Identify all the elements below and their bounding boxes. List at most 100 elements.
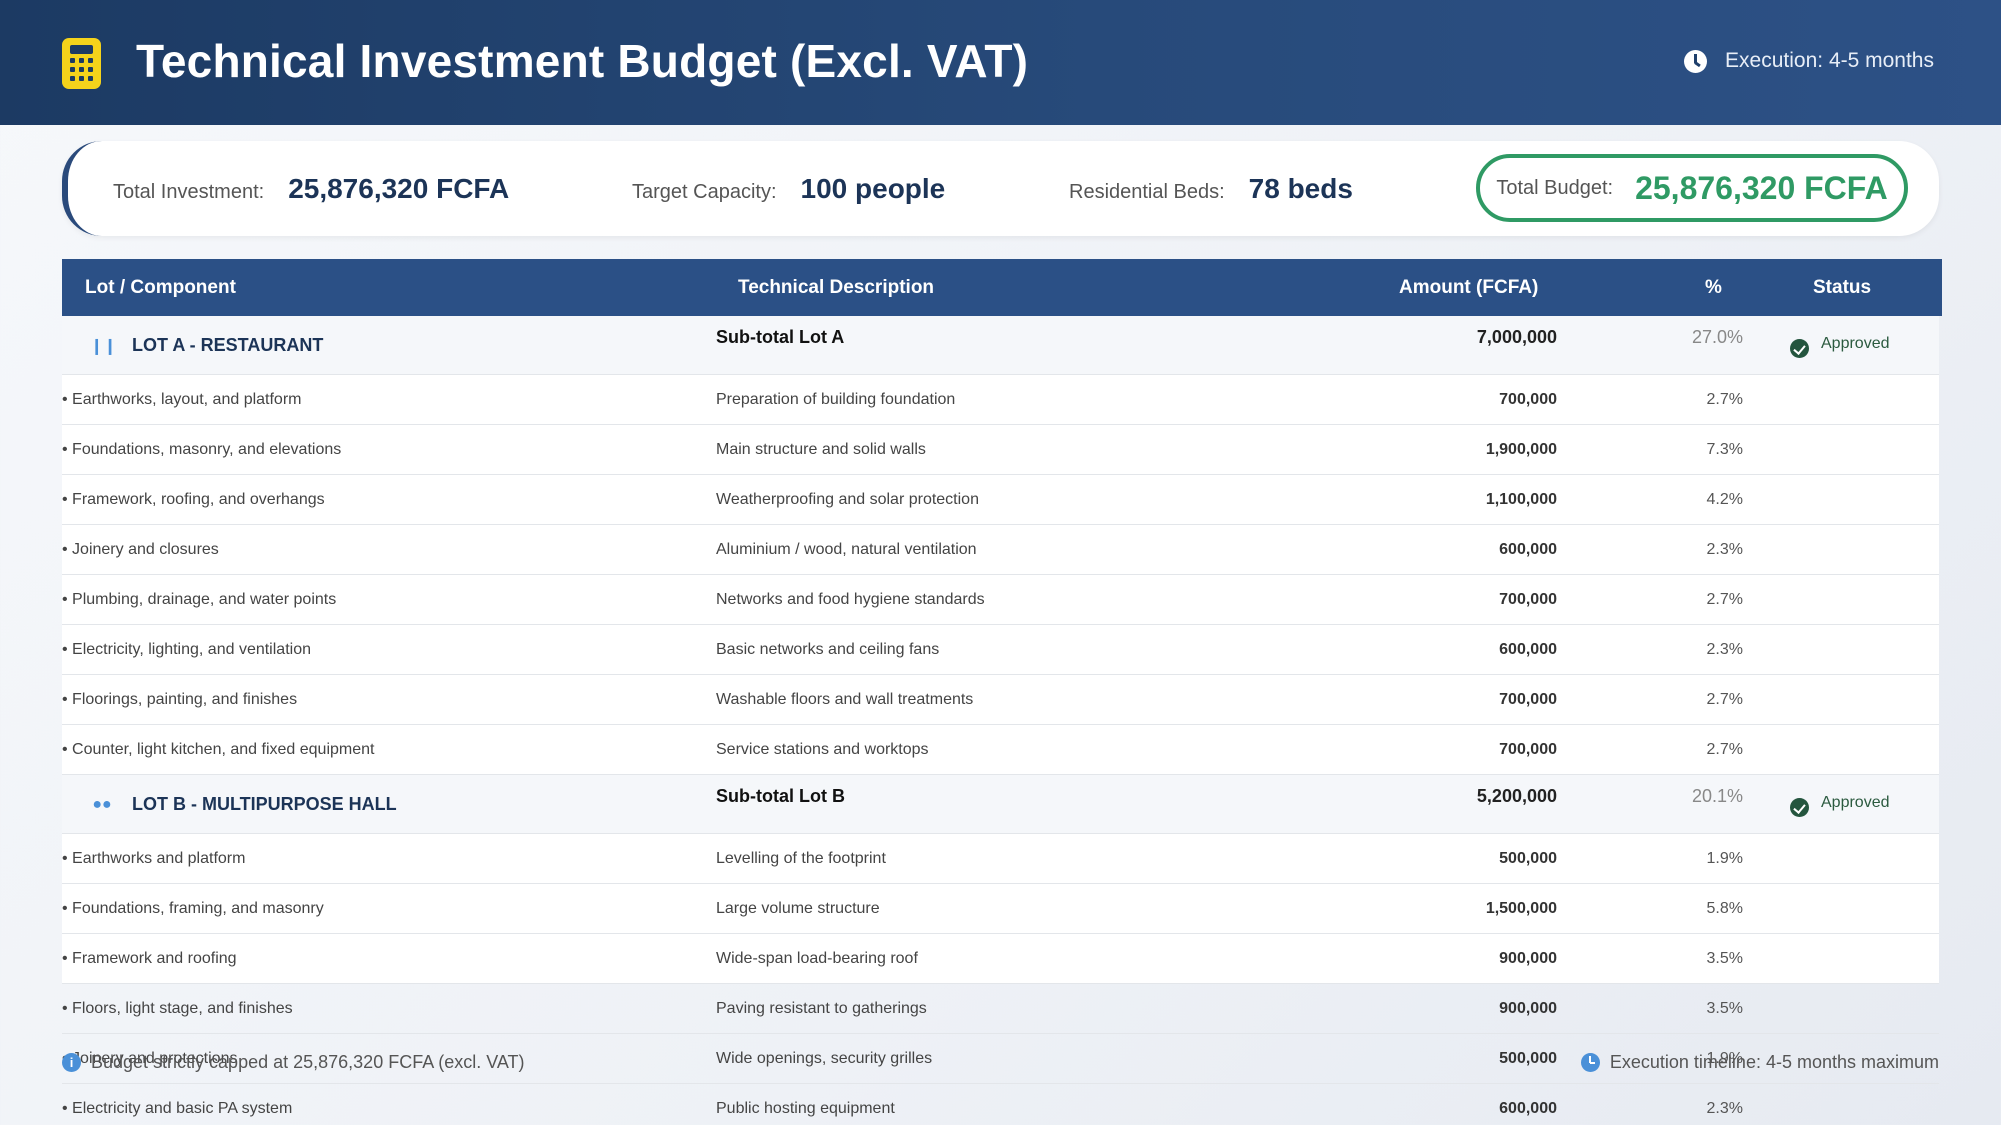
row-percent: 2.7% xyxy=(1706,391,1743,408)
table-row: • Foundations, masonry, and elevations Ma… xyxy=(62,425,1939,475)
row-description: Networks and food hygiene standards xyxy=(716,591,985,608)
row-amount: 1,900,000 xyxy=(1485,441,1557,458)
table-row: • Earthworks, layout, and platform Prepar… xyxy=(62,375,1939,425)
row-description: Wide openings, security grilles xyxy=(716,1050,933,1067)
row-component: • Joinery and closures xyxy=(62,541,219,558)
row-percent: 3.5% xyxy=(1706,950,1743,967)
header-percent: % xyxy=(1705,277,1722,298)
lot-b-name: LOT B - MULTIPURPOSE HALL xyxy=(132,794,397,814)
clock-icon xyxy=(1580,1053,1600,1072)
page-header: Technical Investment Budget (Excl. VAT) … xyxy=(0,0,2001,125)
lot-b-amount: 5,200,000 xyxy=(1476,786,1557,806)
lot-a-name: LOT A - RESTAURANT xyxy=(132,335,324,355)
summary-card: Total Investment: 25,876,320 FCFA Target… xyxy=(62,141,1939,236)
row-component: • Plumbing, drainage, and water points xyxy=(62,591,337,608)
table-row: • Counter, light kitchen, and fixed equi… xyxy=(62,725,1939,775)
lot-b-title: ●● LOT B - MULTIPURPOSE HALL xyxy=(90,794,397,815)
table-row: • Framework, roofing, and overhangs Weath… xyxy=(62,475,1939,525)
target-capacity-value: 100 people xyxy=(800,173,946,204)
row-amount: 1,500,000 xyxy=(1485,900,1557,917)
target-capacity-label: Target Capacity: xyxy=(632,181,777,203)
users-icon: ●● xyxy=(92,795,112,813)
table-row: • Floors, light stage, and finishes Pavin… xyxy=(62,984,1939,1034)
header-description: Technical Description xyxy=(738,277,935,298)
page-title: Technical Investment Budget (Excl. VAT) xyxy=(136,35,1029,87)
lot-b-status: Approved xyxy=(1790,788,1890,817)
clock-icon xyxy=(1684,49,1708,73)
header-status: Status xyxy=(1813,277,1872,298)
row-amount: 500,000 xyxy=(1499,1050,1557,1067)
table-row: • Joinery and closures Aluminium / wood, … xyxy=(62,525,1939,575)
row-description: Wide-span load-bearing roof xyxy=(716,950,918,967)
execution-badge: Execution: 4-5 months xyxy=(1684,49,1934,73)
row-component: • Earthworks and platform xyxy=(62,850,246,867)
table-row: • Electricity and basic PA system Public … xyxy=(62,1084,1939,1125)
row-percent: 2.7% xyxy=(1706,741,1743,758)
row-description: Paving resistant to gatherings xyxy=(716,1000,927,1017)
info-icon: i xyxy=(62,1053,81,1072)
header-component: Lot / Component xyxy=(85,277,236,298)
lot-b-row: ●● LOT B - MULTIPURPOSE HALL Sub-total L… xyxy=(62,775,1939,834)
table-row: • Earthworks and platform Levelling of th… xyxy=(62,834,1939,884)
total-budget-value: 25,876,320 FCFA xyxy=(1635,169,1888,206)
check-circle-icon xyxy=(1790,798,1809,817)
lot-b-percent: 20.1% xyxy=(1691,786,1743,806)
row-component: • Floors, light stage, and finishes xyxy=(62,1000,293,1017)
lot-a-title: ❙❙ LOT A - RESTAURANT xyxy=(90,335,323,356)
row-percent: 4.2% xyxy=(1706,491,1743,508)
row-component: • Electricity and basic PA system xyxy=(62,1100,293,1117)
target-capacity-stat: Target Capacity: 100 people xyxy=(632,173,945,205)
budget-table: ❙❙ LOT A - RESTAURANT Sub-total Lot A 7,… xyxy=(62,316,1939,1125)
row-percent: 2.7% xyxy=(1706,691,1743,708)
row-percent: 2.7% xyxy=(1706,591,1743,608)
row-component: • Framework and roofing xyxy=(62,950,237,967)
budget-cap-note: i Budget strictly capped at 25,876,320 F… xyxy=(62,1052,525,1073)
row-percent: 2.3% xyxy=(1706,541,1743,558)
row-description: Aluminium / wood, natural ventilation xyxy=(716,541,977,558)
row-description: Washable floors and wall treatments xyxy=(716,691,974,708)
execution-label: Execution: 4-5 months xyxy=(1725,49,1934,72)
table-row: • Electricity, lighting, and ventilation… xyxy=(62,625,1939,675)
row-amount: 700,000 xyxy=(1499,591,1557,608)
row-description: Basic networks and ceiling fans xyxy=(716,641,940,658)
lot-b-status-label: Approved xyxy=(1821,793,1890,811)
row-description: Main structure and solid walls xyxy=(716,441,926,458)
row-description: Levelling of the footprint xyxy=(716,850,886,867)
row-amount: 600,000 xyxy=(1499,541,1557,558)
row-description: Weatherproofing and solar protection xyxy=(716,491,979,508)
total-budget-label: Total Budget: xyxy=(1496,176,1614,199)
row-percent: 2.3% xyxy=(1706,1100,1743,1117)
lot-a-row: ❙❙ LOT A - RESTAURANT Sub-total Lot A 7,… xyxy=(62,316,1939,375)
row-amount: 600,000 xyxy=(1499,641,1557,658)
row-component: • Earthworks, layout, and platform xyxy=(62,391,302,408)
table-header: Lot / Component Technical Description Am… xyxy=(62,259,1942,316)
row-component: • Floorings, painting, and finishes xyxy=(62,691,298,708)
row-amount: 1,100,000 xyxy=(1485,491,1557,508)
total-investment-stat: Total Investment: 25,876,320 FCFA xyxy=(113,173,509,205)
row-percent: 3.5% xyxy=(1706,1000,1743,1017)
timeline-text: Execution timeline: 4-5 months maximum xyxy=(1609,1052,1939,1072)
budget-cap-text: Budget strictly capped at 25,876,320 FCF… xyxy=(91,1052,525,1072)
table-row: • Plumbing, drainage, and water points Ne… xyxy=(62,575,1939,625)
row-amount: 900,000 xyxy=(1499,1000,1557,1017)
row-component: • Framework, roofing, and overhangs xyxy=(62,491,325,508)
row-percent: 5.8% xyxy=(1706,900,1743,917)
row-amount: 500,000 xyxy=(1499,850,1557,867)
row-description: Public hosting equipment xyxy=(716,1100,895,1117)
residential-beds-value: 78 beds xyxy=(1248,173,1353,204)
row-amount: 900,000 xyxy=(1499,950,1557,967)
row-component: • Counter, light kitchen, and fixed equi… xyxy=(62,741,375,758)
row-amount: 700,000 xyxy=(1499,691,1557,708)
row-component: • Foundations, framing, and masonry xyxy=(62,900,324,917)
row-amount: 600,000 xyxy=(1499,1100,1557,1117)
row-percent: 2.3% xyxy=(1706,641,1743,658)
lot-a-status: Approved xyxy=(1790,329,1890,358)
row-description: Service stations and worktops xyxy=(716,741,929,758)
residential-beds-label: Residential Beds: xyxy=(1069,181,1225,203)
row-description: Large volume structure xyxy=(716,900,880,917)
lot-a-amount: 7,000,000 xyxy=(1476,327,1557,347)
table-row: • Foundations, framing, and masonry Large… xyxy=(62,884,1939,934)
lot-a-status-label: Approved xyxy=(1821,334,1890,352)
table-row: • Floorings, painting, and finishes Washa… xyxy=(62,675,1939,725)
utensils-icon: ❙❙ xyxy=(90,337,117,355)
